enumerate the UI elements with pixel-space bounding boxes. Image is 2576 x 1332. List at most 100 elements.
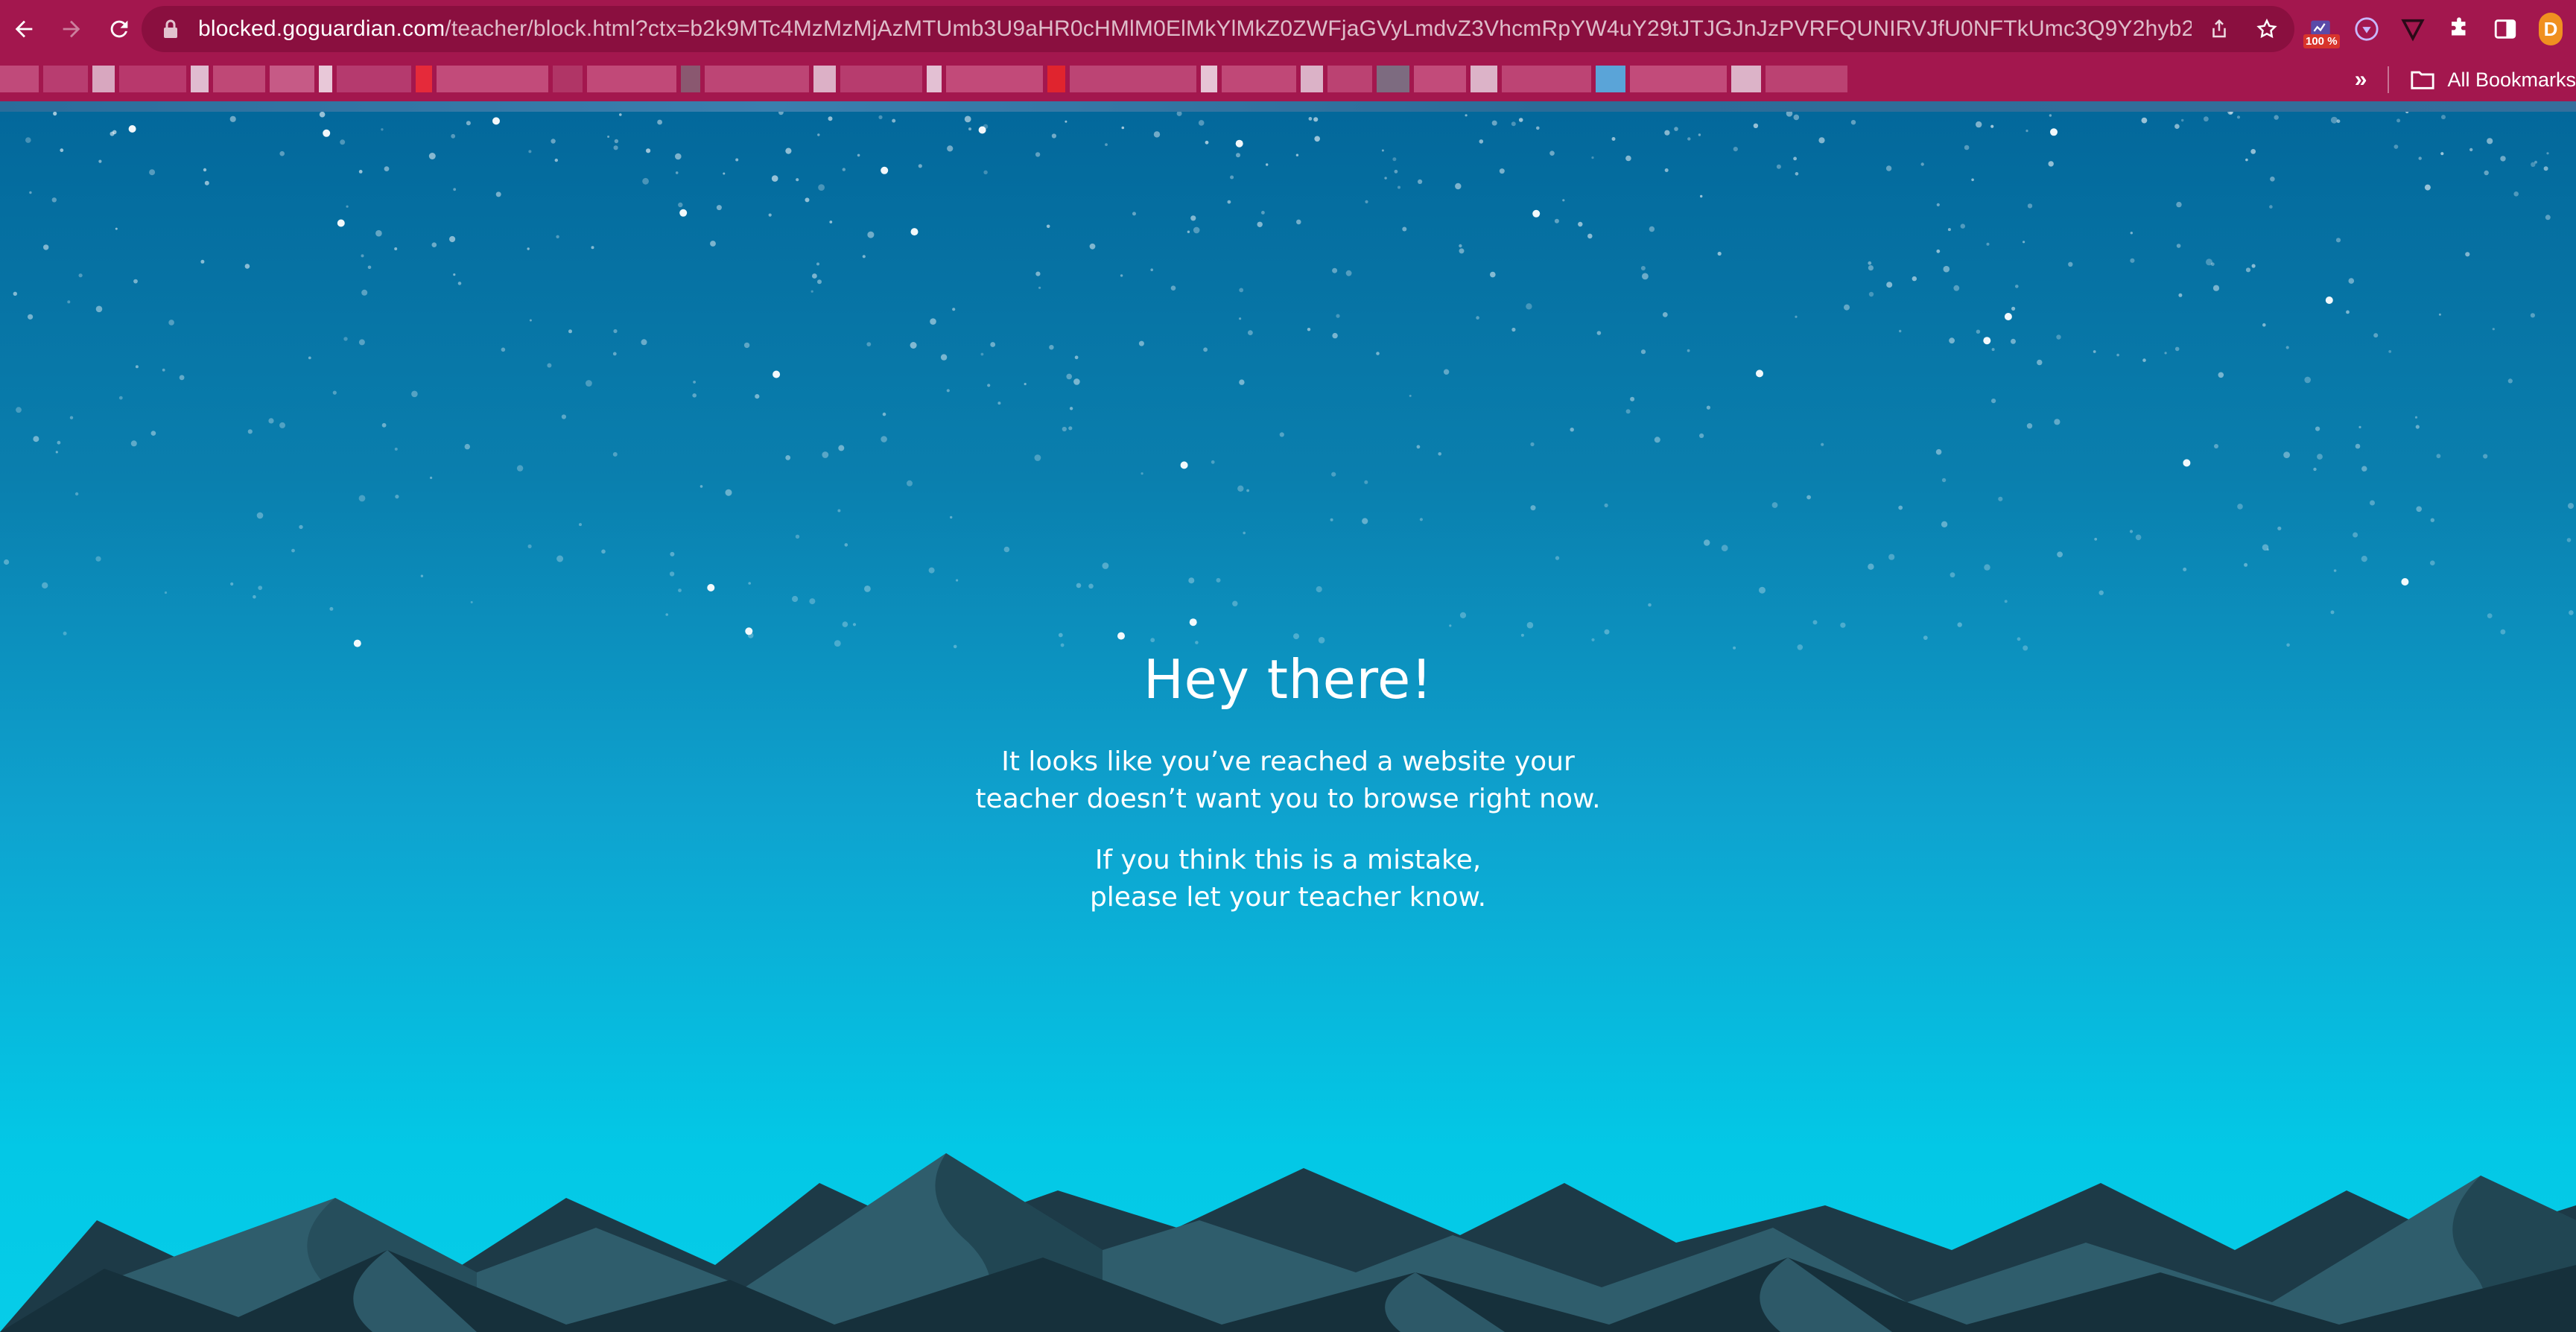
- star: [928, 567, 935, 574]
- star: [1088, 583, 1094, 589]
- star: [133, 279, 138, 284]
- url-text[interactable]: blocked.goguardian.com/teacher/block.htm…: [198, 16, 2192, 42]
- star: [1630, 396, 1635, 402]
- star: [1596, 331, 1602, 335]
- star: [881, 166, 889, 174]
- star: [2361, 466, 2367, 472]
- star: [2285, 346, 2289, 349]
- star: [1991, 348, 1995, 352]
- star: [1953, 285, 1960, 291]
- star: [1479, 139, 1484, 144]
- star: [1885, 165, 1892, 171]
- star: [1733, 147, 1738, 152]
- star: [812, 273, 817, 279]
- star: [375, 229, 382, 237]
- star: [707, 583, 715, 592]
- page-title: Hey there!: [1143, 648, 1433, 711]
- star: [381, 422, 387, 428]
- star: [2513, 191, 2519, 197]
- star: [2004, 313, 2012, 320]
- star: [614, 139, 619, 144]
- back-button[interactable]: [0, 0, 48, 58]
- star: [1687, 349, 1690, 352]
- star: [1868, 291, 1874, 297]
- star: [1102, 562, 1109, 569]
- star: [449, 235, 456, 243]
- star: [1960, 223, 1965, 229]
- star: [1786, 112, 1793, 117]
- bookmark-star-button[interactable]: [2254, 16, 2280, 42]
- star: [1984, 564, 1990, 571]
- star: [864, 586, 871, 592]
- star: [1365, 200, 1368, 203]
- star: [1964, 145, 1970, 150]
- star: [1476, 316, 1479, 320]
- star: [2130, 232, 2133, 235]
- star: [2244, 562, 2248, 567]
- star: [2531, 162, 2536, 167]
- star: [2361, 556, 2367, 562]
- star: [1578, 221, 1583, 227]
- star: [431, 242, 437, 247]
- star: [1526, 621, 1534, 629]
- star: [2094, 537, 2098, 541]
- star: [878, 115, 883, 119]
- star: [940, 354, 948, 361]
- star: [78, 273, 83, 278]
- star: [1795, 172, 1799, 176]
- address-bar[interactable]: blocked.goguardian.com/teacher/block.htm…: [142, 6, 2294, 52]
- url-host: blocked.goguardian.com: [198, 16, 445, 41]
- share-button[interactable]: [2207, 16, 2232, 42]
- star: [1625, 155, 1631, 162]
- extension-shield-button[interactable]: [2354, 14, 2379, 44]
- side-panel-button[interactable]: [2493, 14, 2518, 44]
- star: [675, 171, 679, 174]
- star: [1195, 641, 1199, 644]
- reload-button[interactable]: [95, 0, 143, 58]
- star: [135, 365, 139, 369]
- star: [987, 384, 991, 387]
- star: [13, 291, 17, 296]
- star: [1499, 168, 1505, 174]
- lock-icon[interactable]: [162, 19, 179, 39]
- star: [1756, 370, 1763, 378]
- star: [755, 394, 760, 399]
- star: [642, 177, 649, 185]
- star: [2015, 285, 2019, 288]
- star: [361, 254, 364, 258]
- star: [1936, 249, 1941, 253]
- star: [244, 264, 250, 269]
- extension-counter-button[interactable]: 100 %: [2303, 14, 2340, 48]
- star: [2050, 128, 2058, 136]
- forward-button[interactable]: [48, 0, 95, 58]
- star: [2424, 184, 2431, 191]
- star: [16, 407, 22, 413]
- profile-avatar[interactable]: D: [2539, 13, 2563, 45]
- star: [561, 414, 567, 419]
- star: [466, 121, 471, 126]
- extensions-menu-button[interactable]: [2446, 14, 2472, 44]
- star: [1971, 178, 1974, 182]
- star: [983, 170, 988, 174]
- all-bookmarks-button[interactable]: All Bookmarks: [2410, 69, 2576, 92]
- star: [1520, 633, 1524, 637]
- bookmarks-overflow-button[interactable]: »: [2355, 67, 2367, 92]
- star: [837, 509, 841, 513]
- extension-v-button[interactable]: [2400, 14, 2426, 44]
- star: [613, 329, 618, 334]
- star: [164, 591, 168, 594]
- star: [692, 393, 697, 398]
- star: [200, 259, 205, 264]
- star: [2317, 454, 2323, 460]
- star: [665, 613, 668, 616]
- star: [2569, 610, 2574, 615]
- star: [670, 551, 675, 556]
- star: [1717, 251, 1722, 256]
- star: [910, 342, 917, 349]
- star: [547, 363, 552, 368]
- star: [1211, 460, 1215, 464]
- star: [1591, 638, 1595, 641]
- star: [1227, 200, 1231, 204]
- star: [69, 416, 74, 419]
- star: [150, 431, 156, 436]
